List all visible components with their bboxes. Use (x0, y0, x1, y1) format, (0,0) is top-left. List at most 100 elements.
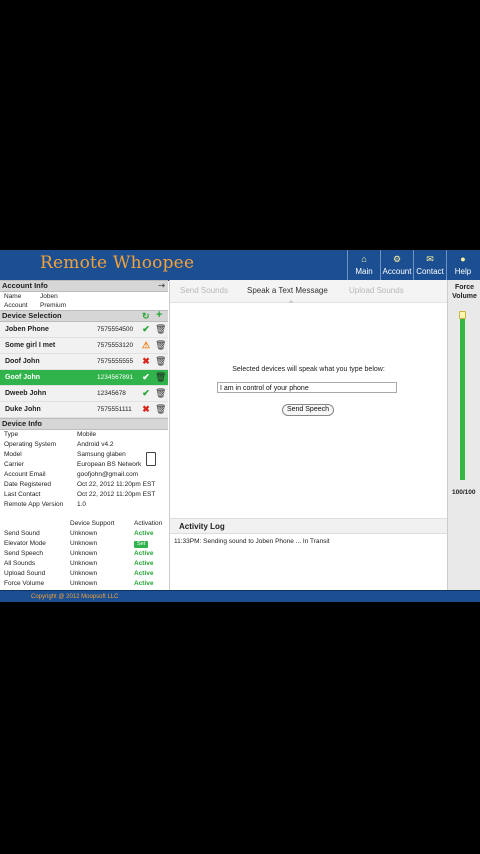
gear-icon: ⚙ (392, 254, 402, 264)
field-label: Last Contact (4, 491, 41, 498)
device-info-title: Device Info (2, 419, 43, 428)
feature-activation: Active (134, 580, 154, 587)
cross-icon: ✖ (142, 356, 150, 366)
device-name: Doof John (5, 358, 40, 365)
nav-account-label: Account (382, 267, 412, 276)
device-phone: 7575554500 (97, 326, 134, 333)
trash-icon[interactable]: 🗑 (155, 322, 166, 337)
device-name: Dweeb John (5, 390, 47, 397)
device-info-row: Type Mobile (0, 430, 168, 440)
house-icon: ⌂ (361, 254, 367, 264)
volume-slider-track[interactable] (460, 312, 465, 480)
nav-help-button[interactable]: ● Help (446, 250, 479, 280)
add-device-icon[interactable]: + (156, 310, 162, 321)
header-bar: Remote Whoopee ⌂ Main ⚙ Account ✉ Contac… (0, 250, 480, 281)
device-row[interactable]: Dweeb John 12345678 ✔ 🗑 (0, 386, 168, 402)
device-info-row: Account Email goofjohn@gmail.com (0, 470, 168, 480)
feature-row: Upload Sound Unknown Active (0, 569, 168, 579)
nav-help-label: Help (454, 267, 472, 276)
feature-activation: Active (134, 530, 154, 537)
feature-support: Unknown (70, 580, 98, 587)
device-selection-heading: Device Selection ↻ + (0, 310, 168, 322)
field-value: Oct 22, 2012 11:20pm EST (77, 491, 156, 498)
field-label: Model (4, 451, 22, 458)
feature-support: Unknown (70, 540, 98, 547)
trash-icon[interactable]: 🗑 (155, 402, 166, 417)
feature-name: Upload Sound (4, 570, 46, 577)
force-volume-title: Force Volume (452, 284, 477, 300)
warning-icon: ⚠ (141, 340, 151, 350)
feature-activation: Active (134, 570, 154, 577)
field-label: Type (4, 431, 19, 438)
refresh-icon[interactable]: ↻ (142, 311, 150, 321)
speech-prompt: Selected devices will speak what you typ… (232, 366, 385, 373)
feature-row: Send Sound Unknown Active (0, 529, 168, 539)
feature-row: Elevator Mode Unknown Set (0, 539, 168, 549)
tab-speak-text[interactable]: Speak a Text Message (247, 280, 328, 302)
field-value: 1.0 (77, 501, 87, 508)
field-label: Operating System (4, 441, 57, 448)
lightbulb-icon: ● (460, 254, 466, 264)
features-spacer (0, 519, 70, 529)
feature-name: Send Speech (4, 550, 44, 557)
device-info-row: Model Samsung glaben (0, 450, 168, 460)
tab-upload-sounds[interactable]: Upload Sounds (349, 280, 404, 302)
trash-icon[interactable]: 🗑 (155, 370, 166, 385)
field-label: Carrier (4, 461, 24, 468)
device-phone: 7575551111 (97, 406, 132, 413)
app-window: Remote Whoopee ⌂ Main ⚙ Account ✉ Contac… (0, 250, 480, 602)
device-name: Goof John (5, 374, 40, 381)
check-icon: ✔ (142, 388, 150, 398)
device-row[interactable]: Some girl I met 7575553120 ⚠ 🗑 (0, 338, 168, 354)
feature-name: Send Sound (4, 530, 40, 537)
device-row[interactable]: Doof John 7575555555 ✖ 🗑 (0, 354, 168, 370)
nav-main-button[interactable]: ⌂ Main (347, 250, 380, 280)
device-support-header: Device Support (70, 520, 115, 527)
activity-log-heading: Activity Log (170, 518, 447, 534)
feature-name: Elevator Mode (4, 540, 46, 547)
footer-bar: Copyright @ 2012 Moopsoft LLC (0, 590, 480, 602)
check-icon: ✔ (142, 372, 150, 382)
device-row-selected[interactable]: Goof John 1234567891 ✔ 🗑 (0, 370, 168, 386)
trash-icon[interactable]: 🗑 (155, 354, 166, 369)
account-name-value: Joben (40, 293, 58, 300)
nav-main-label: Main (355, 267, 373, 276)
device-row[interactable]: Duke John 7575551111 ✖ 🗑 (0, 402, 168, 418)
account-info-title: Account Info (2, 281, 48, 290)
field-label: Remote App Version (4, 501, 64, 508)
feature-name: All Sounds (4, 560, 36, 567)
nav-account-button[interactable]: ⚙ Account (380, 250, 413, 280)
logout-icon[interactable]: ⇢ (158, 281, 165, 291)
device-phone: 7575553120 (97, 342, 134, 349)
field-value: goofjohn@gmail.com (77, 471, 139, 478)
volume-value: 100/100 (452, 489, 476, 496)
field-label: Name (4, 293, 22, 300)
tab-send-sounds[interactable]: Send Sounds (180, 280, 228, 302)
speech-text-input[interactable]: I am in control of your phone (217, 382, 397, 393)
feature-row: Force Volume Unknown Active (0, 579, 168, 589)
field-label: Account (4, 302, 28, 309)
main-panel: Send Sounds Speak a Text Message Upload … (169, 280, 447, 590)
features-header-row: Device Support Activation (0, 519, 168, 529)
feature-row: All Sounds Unknown Active (0, 559, 168, 569)
trash-icon[interactable]: 🗑 (155, 386, 166, 401)
check-icon: ✔ (142, 324, 150, 334)
left-panel: Account Info ⇢ Name Joben Account Premiu… (0, 280, 168, 590)
device-row[interactable]: Joben Phone 7575554500 ✔ 🗑 (0, 322, 168, 338)
nav-contact-button[interactable]: ✉ Contact (413, 250, 446, 280)
trash-icon[interactable]: 🗑 (155, 338, 166, 353)
field-label: Date Registered (4, 481, 51, 488)
device-name: Duke John (5, 406, 41, 413)
device-phone: 12345678 (97, 390, 126, 397)
feature-support: Unknown (70, 570, 98, 577)
cross-icon: ✖ (142, 404, 150, 414)
device-phone: 7575555555 (97, 358, 134, 365)
volume-slider-thumb[interactable] (459, 311, 466, 319)
set-button[interactable]: Set (134, 541, 149, 548)
device-info-row: Remote App Version 1.0 (0, 500, 168, 510)
send-speech-button[interactable]: Send Speech (282, 404, 334, 416)
nav-contact-label: Contact (416, 267, 444, 276)
field-label: Account Email (4, 471, 46, 478)
feature-row: Send Speech Unknown Active (0, 549, 168, 559)
feature-activation: Active (134, 550, 154, 557)
